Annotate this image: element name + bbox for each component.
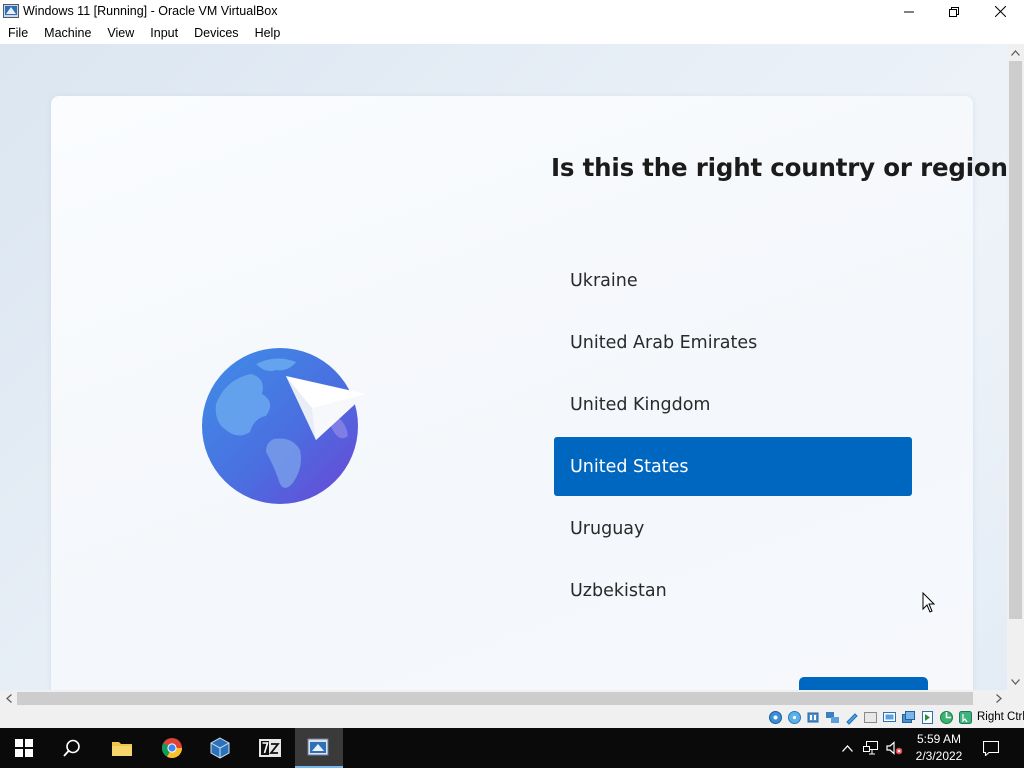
mouse-pointer-icon [922,592,936,613]
menu-file[interactable]: File [0,23,36,44]
scroll-right-icon[interactable] [990,690,1007,707]
minimize-icon [904,11,914,12]
search-icon [63,739,80,757]
vertical-scroll-thumb[interactable] [1009,61,1022,619]
country-option-selected[interactable]: United States [554,437,912,496]
start-icon [15,739,33,757]
chevron-up-icon [841,744,853,752]
7zip-button[interactable] [246,728,294,768]
maximize-button[interactable] [931,0,977,23]
menu-view[interactable]: View [99,23,142,44]
virtualbox-icon [210,737,230,759]
notification-icon [983,740,999,756]
show-hidden-icons-button[interactable] [838,728,856,768]
shared-folders-icon[interactable] [862,709,879,726]
vm-display[interactable]: Is this the right country or region? Ukr… [0,44,1007,690]
video-capture-icon[interactable] [900,709,917,726]
next-button[interactable] [799,677,928,690]
usb-icon[interactable] [843,709,860,726]
network-tray-button[interactable] [861,728,881,768]
globe-with-paper-plane-icon [196,344,371,514]
country-list[interactable]: Ukraine United Arab Emirates United King… [554,251,912,623]
action-center-button[interactable] [978,728,1004,768]
menu-help[interactable]: Help [247,23,289,44]
host-key-label[interactable]: Right Ctrl [977,711,1024,723]
country-option[interactable]: United Arab Emirates [554,313,912,372]
country-option[interactable]: Uruguay [554,499,912,558]
horizontal-scroll-thumb[interactable] [17,692,973,705]
mouse-integration-icon[interactable] [957,709,974,726]
display-icon[interactable] [881,709,898,726]
scroll-up-icon[interactable] [1007,44,1024,61]
chrome-icon [162,738,182,758]
taskbar-clock[interactable]: 5:59 AM 2/3/2022 [904,731,974,765]
maximize-icon [949,6,959,17]
recording-icon[interactable] [919,709,936,726]
virtualbox-app-icon [3,3,19,19]
volume-tray-button[interactable] [884,728,904,768]
country-option[interactable]: Ukraine [554,251,912,310]
oobe-card: Is this the right country or region? Ukr… [51,96,1007,690]
clock-date: 2/3/2022 [915,749,963,763]
country-option[interactable]: United Kingdom [554,375,912,434]
cpu-icon[interactable] [938,709,955,726]
virtualbox-vm-icon [307,738,329,756]
menu-input[interactable]: Input [142,23,186,44]
volume-muted-icon [885,741,902,755]
vm-statusbar: Right Ctrl [0,707,1024,728]
virtualbox-button[interactable] [196,728,244,768]
scroll-down-icon[interactable] [1007,673,1024,690]
audio-icon[interactable] [805,709,822,726]
7zip-icon [259,739,281,757]
vertical-scrollbar[interactable] [1007,44,1024,690]
minimize-button[interactable] [886,0,932,23]
menu-machine[interactable]: Machine [36,23,99,44]
optical-drive-icon[interactable] [786,709,803,726]
network-icon[interactable] [824,709,841,726]
window-title: Windows 11 [Running] - Oracle VM Virtual… [23,4,278,18]
chrome-button[interactable] [148,728,196,768]
host-taskbar: 5:59 AM 2/3/2022 [0,728,1024,768]
scroll-corner [1007,690,1024,707]
horizontal-scrollbar[interactable] [0,690,1007,707]
scroll-left-icon[interactable] [0,690,17,707]
clock-time: 5:59 AM [916,732,962,746]
country-option[interactable]: Uzbekistan [554,561,912,620]
window-titlebar: Windows 11 [Running] - Oracle VM Virtual… [0,0,1024,23]
close-button[interactable] [977,0,1023,23]
search-button[interactable] [48,728,96,768]
menubar: File Machine View Input Devices Help [0,23,1024,44]
virtualbox-vm-button[interactable] [295,728,343,768]
page-title: Is this the right country or region? [551,153,1007,182]
file-explorer-button[interactable] [98,728,146,768]
menu-devices[interactable]: Devices [186,23,246,44]
file-explorer-icon [112,742,132,756]
start-button[interactable] [0,728,48,768]
close-icon [994,6,1006,17]
network-tray-icon [863,741,878,755]
hard-disk-icon[interactable] [767,709,784,726]
